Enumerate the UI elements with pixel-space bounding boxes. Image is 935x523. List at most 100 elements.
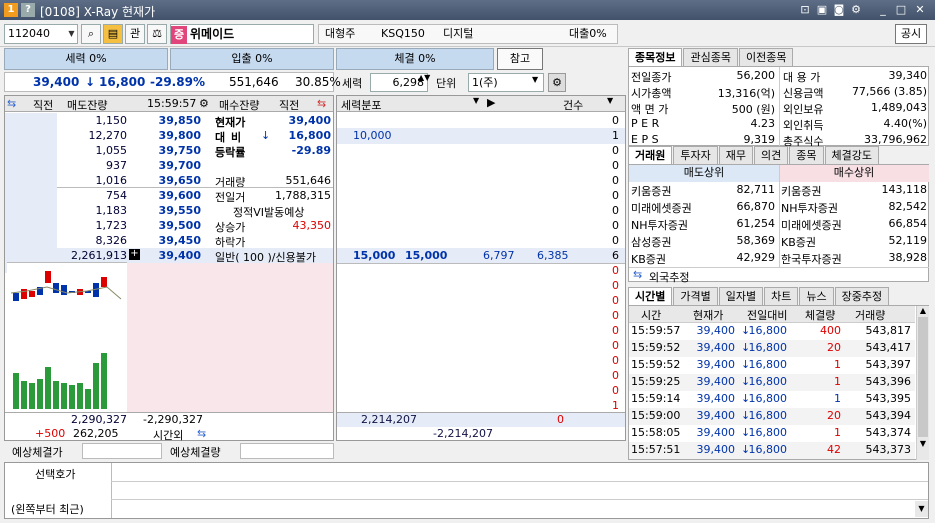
tab-intraday[interactable]: 장중추정	[834, 287, 890, 305]
scroll-down-icon[interactable]: ▼	[917, 439, 929, 448]
stock-name-box[interactable]: 증 위메이드	[170, 24, 314, 44]
tab-strength[interactable]: 체결강도	[824, 146, 879, 164]
tick-row[interactable]: 15:59:52 39,400 ↓ 16,800 1 543,397	[629, 357, 915, 374]
trade-total-neg: -2,214,207	[433, 427, 493, 440]
tab-by-time[interactable]: 시간별	[628, 287, 673, 305]
trade-row[interactable]: 0	[337, 203, 625, 219]
tab-watchlist[interactable]: 관심종목	[683, 48, 738, 66]
trade-row[interactable]: 0	[337, 263, 625, 279]
swap-icon[interactable]: ⇆	[317, 97, 326, 110]
trade-row[interactable]: 10,000 1	[337, 128, 625, 144]
tick-row[interactable]: 15:58:05 39,400 ↓ 16,800 1 543,374	[629, 425, 915, 442]
trade-count: 1	[612, 129, 619, 142]
swap-icon[interactable]: ⇆	[197, 427, 206, 440]
trade-row[interactable]: 0	[337, 188, 625, 204]
volume-bar	[77, 383, 83, 409]
ask-price[interactable]: 39,750	[159, 144, 201, 157]
trade-row[interactable]: 0	[337, 113, 625, 129]
ask-price[interactable]: 39,450	[159, 234, 201, 247]
tab-by-price[interactable]: 가격별	[673, 287, 718, 305]
close-icon[interactable]: ✕	[913, 3, 927, 17]
info-table: 전일종가 56,200 대 용 가 39,340 시가총액 13,316(억) 신용금액 77…	[628, 66, 929, 148]
tab-news[interactable]: 뉴스	[799, 287, 834, 305]
tab-opinion[interactable]: 의견	[754, 146, 789, 164]
settings-doc-icon[interactable]: ▣	[815, 3, 829, 17]
forward-icon[interactable]: ▶	[487, 96, 495, 109]
tab-by-date[interactable]: 일자별	[718, 287, 764, 305]
sell-broker-name: 삼성증권	[631, 236, 672, 249]
ask-price[interactable]: 39,400	[159, 249, 201, 262]
spin-icon[interactable]: ▲▼	[418, 73, 430, 82]
ticks-header-cell: 시간	[641, 309, 662, 322]
tab-previous[interactable]: 이전종목	[738, 48, 794, 66]
sell-broker-qty: 66,870	[736, 200, 776, 213]
tick-row[interactable]: 15:59:00 39,400 ↓ 16,800 20 543,394	[629, 408, 915, 425]
ticks-scrollbar[interactable]: ▲ ▼	[916, 306, 929, 460]
tick-time: 15:59:52	[631, 341, 681, 354]
tab-stock[interactable]: 종목	[789, 146, 824, 164]
volume-bar	[53, 381, 59, 409]
trade-row[interactable]: 0	[337, 323, 625, 339]
trade-row[interactable]: 0	[337, 278, 625, 294]
info-value-1: 9,319	[743, 133, 776, 146]
minimize-icon[interactable]: _	[876, 3, 890, 17]
watch-button[interactable]: 관	[125, 24, 145, 44]
scale-icon[interactable]: ⚖	[147, 24, 167, 44]
link-icon[interactable]: ⊡	[798, 3, 812, 17]
gear-icon[interactable]: ⚙	[548, 73, 566, 92]
scroll-thumb[interactable]	[918, 317, 928, 437]
ask-price[interactable]: 39,800	[159, 129, 201, 142]
trade-row[interactable]: 0	[337, 158, 625, 174]
chevron-down-icon[interactable]: ▼	[66, 25, 77, 43]
announce-button[interactable]: 공시	[895, 24, 927, 44]
gear-icon[interactable]: ⚙	[849, 3, 863, 17]
tab-finance[interactable]: 재무	[718, 146, 753, 164]
trade-row[interactable]: 0	[337, 173, 625, 189]
tick-row[interactable]: 15:59:57 39,400 ↓ 16,800 400 543,817	[629, 323, 915, 340]
trade-row[interactable]: 0	[337, 353, 625, 369]
trade-row[interactable]: 0	[337, 143, 625, 159]
tab-stock-info[interactable]: 종목정보	[628, 48, 683, 66]
scroll-down-icon[interactable]: ▼	[915, 501, 928, 517]
swap-icon[interactable]: ⇆	[633, 268, 642, 281]
ask-price[interactable]: 39,850	[159, 114, 201, 127]
swap-icon[interactable]: ⇆	[7, 97, 16, 110]
scroll-up-icon[interactable]: ▲	[917, 306, 929, 315]
camera-icon[interactable]: ◙	[832, 3, 846, 17]
reference-button[interactable]: 참고	[497, 48, 543, 70]
info-label-1: 시가총액	[631, 87, 672, 100]
tab-brokers[interactable]: 거래원	[628, 146, 673, 164]
trade-row[interactable]: 0	[337, 338, 625, 354]
tick-row[interactable]: 15:59:25 39,400 ↓ 16,800 1 543,396	[629, 374, 915, 391]
window-number-icon[interactable]: 1	[4, 3, 18, 17]
chevron-down-icon[interactable]: ▼	[532, 75, 538, 84]
search-icon[interactable]: ⌕	[81, 24, 101, 44]
chevron-down-icon[interactable]: ▼	[473, 96, 479, 105]
gear-icon[interactable]: ⚙	[199, 97, 209, 110]
tick-row[interactable]: 15:59:14 39,400 ↓ 16,800 1 543,395	[629, 391, 915, 408]
chevron-down-icon[interactable]: ▼	[607, 96, 613, 105]
ask-price[interactable]: 39,600	[159, 189, 201, 202]
ask-price[interactable]: 39,700	[159, 159, 201, 172]
margin-badge: 증	[171, 26, 187, 44]
trade-row[interactable]: 0	[337, 293, 625, 309]
trade-row[interactable]: 0	[337, 218, 625, 234]
help-icon[interactable]: ?	[21, 3, 35, 17]
plus-icon[interactable]: +	[129, 249, 140, 260]
trade-row[interactable]: 0	[337, 383, 625, 399]
folder-icon[interactable]: ▤	[103, 24, 123, 44]
ask-price[interactable]: 39,550	[159, 204, 201, 217]
ask-price[interactable]: 39,500	[159, 219, 201, 232]
tick-row[interactable]: 15:59:52 39,400 ↓ 16,800 20 543,417	[629, 340, 915, 357]
tab-chart[interactable]: 차트	[764, 287, 799, 305]
tick-row[interactable]: 15:57:51 39,400 ↓ 16,800 42 543,373	[629, 442, 915, 459]
maximize-icon[interactable]: □	[894, 3, 908, 17]
trade-row[interactable]: 15,000 15,000 6,797 6,385 6	[337, 248, 625, 264]
tab-investors[interactable]: 투자자	[673, 146, 718, 164]
trade-row[interactable]: 0	[337, 308, 625, 324]
trade-row[interactable]: 0	[337, 233, 625, 249]
tick-price: 39,400	[696, 409, 736, 422]
mini-chart	[7, 262, 127, 412]
trade-row[interactable]: 0	[337, 368, 625, 384]
ask-price[interactable]: 39,650	[159, 174, 201, 187]
